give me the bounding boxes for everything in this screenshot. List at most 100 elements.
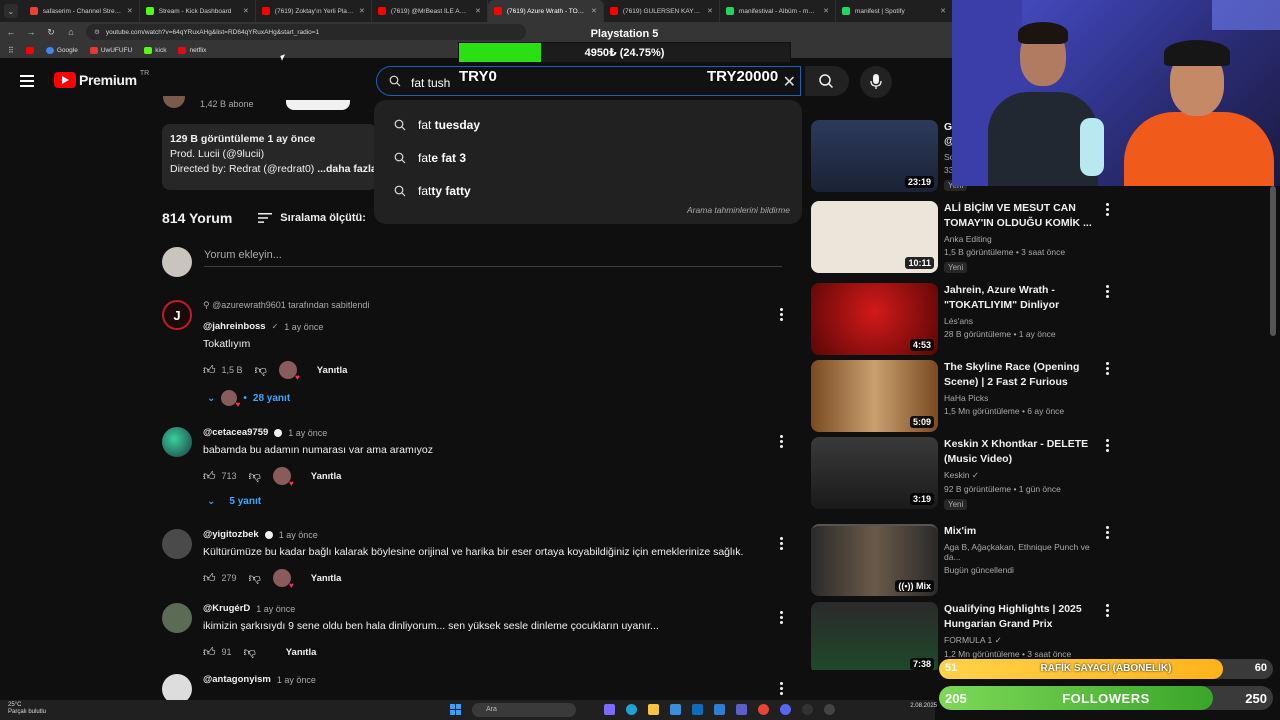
reply-button[interactable]: Yanıtla: [317, 365, 348, 376]
comment-author[interactable]: @jahreinboss: [203, 321, 266, 332]
clock[interactable]: 2.08.2025: [910, 703, 937, 710]
close-tab-icon[interactable]: ✕: [475, 7, 481, 15]
video-thumbnail[interactable]: 23:19: [811, 120, 938, 192]
video-menu-icon[interactable]: [1106, 203, 1110, 218]
apps-icon[interactable]: ⠿: [8, 46, 14, 55]
dislike-icon[interactable]: 👎︎: [249, 469, 261, 484]
taskbar-search[interactable]: Ara: [472, 703, 576, 717]
comment-menu-icon[interactable]: [780, 537, 784, 552]
close-tab-icon[interactable]: ✕: [940, 7, 946, 15]
bookmark-google[interactable]: Google: [45, 46, 78, 54]
video-menu-icon[interactable]: [1106, 285, 1110, 300]
edge-icon[interactable]: [626, 704, 637, 715]
media-player-icon[interactable]: [824, 704, 835, 715]
video-menu-icon[interactable]: [1106, 439, 1110, 454]
comment-time[interactable]: 1 ay önce: [277, 675, 316, 685]
like-icon[interactable]: 👍︎: [203, 469, 216, 484]
dislike-icon[interactable]: 👎︎: [249, 571, 261, 586]
comment-author[interactable]: @yigitozbek: [203, 529, 259, 540]
comment-menu-icon[interactable]: [780, 308, 784, 323]
report-predictions-link[interactable]: Arama tahminlerini bildirme: [687, 205, 790, 215]
reply-button[interactable]: Yanıtla: [286, 647, 317, 658]
weather-widget[interactable]: 25°C Parçalı bulutlu: [8, 702, 46, 716]
discord-icon[interactable]: [780, 704, 791, 715]
browser-tab[interactable]: Stream - Kick Dashboard ✕: [140, 0, 256, 22]
comment-avatar[interactable]: J: [162, 300, 192, 330]
show-more-link[interactable]: ...daha fazla: [317, 163, 377, 175]
video-thumbnail[interactable]: 10:11: [811, 201, 938, 273]
comment-time[interactable]: 1 ay önce: [256, 604, 295, 614]
subscribe-button[interactable]: [286, 100, 350, 110]
comment-time[interactable]: 1 ay önce: [284, 322, 323, 332]
comment-author[interactable]: @KrugérD: [203, 603, 250, 614]
mail-icon[interactable]: [714, 704, 725, 715]
comment-time[interactable]: 1 ay önce: [288, 428, 327, 438]
comment-menu-icon[interactable]: [780, 611, 784, 626]
close-tab-icon[interactable]: ✕: [127, 7, 133, 15]
browser-tab-active[interactable]: (7619) Azure Wrath - TOKATLIY ✕: [487, 0, 604, 22]
video-thumbnail[interactable]: 3:19: [811, 437, 938, 509]
reload-icon[interactable]: ↻: [46, 27, 56, 38]
comment-avatar[interactable]: [162, 427, 192, 457]
browser-tab[interactable]: manifest | Spotify ✕: [836, 0, 952, 22]
close-tab-icon[interactable]: ✕: [823, 7, 829, 15]
chrome-icon[interactable]: [758, 704, 769, 715]
bookmark-youtube[interactable]: [25, 46, 34, 54]
recommended-video[interactable]: 4:53 Jahrein, Azure Wrath - "TOKATLIYIM"…: [811, 283, 1111, 355]
close-tab-icon[interactable]: ✕: [591, 7, 597, 15]
video-thumbnail[interactable]: 4:53: [811, 283, 938, 355]
recommended-video[interactable]: 10:11 ALİ BİÇİM VE MESUT CAN TOMAY'IN OL…: [811, 201, 1111, 273]
suggestion-item[interactable]: fatty fatty: [374, 174, 802, 207]
recommended-video[interactable]: 5:09 The Skyline Race (Opening Scene) | …: [811, 360, 1111, 432]
comment-author[interactable]: @antagonyism: [203, 674, 271, 685]
close-tab-icon[interactable]: ✕: [359, 7, 365, 15]
video-menu-icon[interactable]: [1106, 526, 1110, 541]
comment-menu-icon[interactable]: [780, 682, 784, 697]
copilot-icon[interactable]: [604, 704, 615, 715]
comment-avatar[interactable]: [162, 674, 192, 700]
browser-tab[interactable]: (7619) GÜLERSEN KAYBEDERSİ ✕: [604, 0, 720, 22]
menu-icon[interactable]: [20, 75, 34, 90]
site-info-icon[interactable]: ⚙: [94, 28, 100, 36]
search-button[interactable]: [805, 66, 849, 96]
video-title[interactable]: Mix'im: [944, 524, 1104, 539]
video-title[interactable]: ALİ BİÇİM VE MESUT CAN TOMAY'IN OLDUĞU K…: [944, 201, 1104, 231]
video-description[interactable]: 129 B görüntüleme 1 ay önce Prod. Lucii …: [162, 124, 377, 190]
channel-name[interactable]: Lés'ans: [944, 316, 1104, 326]
video-menu-icon[interactable]: [1106, 362, 1110, 377]
sort-button[interactable]: Sıralama ölçütü:: [258, 212, 366, 224]
suggestion-item[interactable]: fat tuesday: [374, 108, 802, 141]
comment-avatar[interactable]: [162, 603, 192, 633]
close-tab-icon[interactable]: ✕: [707, 7, 713, 15]
outlook-icon[interactable]: [692, 704, 703, 715]
home-icon[interactable]: ⌂: [66, 27, 76, 37]
teams-icon[interactable]: [736, 704, 747, 715]
obs-icon[interactable]: [802, 704, 813, 715]
reply-button[interactable]: Yanıtla: [311, 573, 342, 584]
clear-search-icon[interactable]: ✕: [783, 72, 796, 92]
forward-icon[interactable]: →: [26, 27, 36, 37]
bookmark-uwufufu[interactable]: UwUFUFU: [89, 46, 132, 54]
windows-start-icon[interactable]: [450, 704, 461, 715]
recommended-mix[interactable]: ((•)) Mix Mix'im Aga B, Ağaçkakan, Ethni…: [811, 524, 1111, 596]
voice-search-button[interactable]: [860, 66, 892, 98]
youtube-premium-logo[interactable]: Premium TR: [54, 70, 149, 88]
comment-avatar[interactable]: [162, 529, 192, 559]
view-replies-button[interactable]: ⌄ 5 yanıt: [203, 496, 783, 507]
reply-button[interactable]: Yanıtla: [311, 471, 342, 482]
add-comment-input[interactable]: Yorum ekleyin...: [204, 249, 282, 261]
channel-name[interactable]: Keskin ✓: [944, 470, 1104, 481]
video-title[interactable]: Jahrein, Azure Wrath - "TOKATLIYIM" Dinl…: [944, 283, 1104, 313]
channel-name[interactable]: HaHa Picks: [944, 393, 1104, 403]
dislike-icon[interactable]: 👎︎: [244, 645, 256, 660]
browser-tab[interactable]: manifestival - Albüm - manifes ✕: [720, 0, 836, 22]
comment-time[interactable]: 1 ay önce: [279, 530, 318, 540]
video-title[interactable]: Keskin X Khontkar - DELETE (Music Video): [944, 437, 1104, 467]
file-explorer-icon[interactable]: [648, 704, 659, 715]
browser-tab[interactable]: (7619) Zoktay'ın Yerli Plaka per ✕: [256, 0, 372, 22]
like-icon[interactable]: 👍︎: [203, 571, 216, 586]
close-tab-icon[interactable]: ✕: [243, 7, 249, 15]
tab-search-icon[interactable]: ⌄: [4, 4, 18, 18]
channel-name[interactable]: FORMULA 1 ✓: [944, 635, 1104, 646]
dislike-icon[interactable]: 👎︎: [255, 363, 267, 378]
